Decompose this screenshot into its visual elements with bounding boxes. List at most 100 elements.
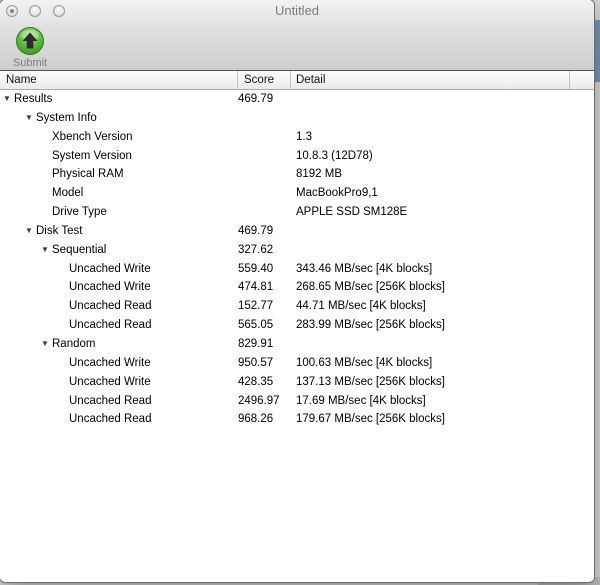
row-detail: 283.99 MB/sec [256K blocks] xyxy=(296,319,445,332)
disclosure-triangle-icon[interactable]: ▼ xyxy=(3,90,14,109)
row-name-cell: Uncached Write xyxy=(0,373,234,392)
row-score: 559.40 xyxy=(238,262,274,275)
table-row[interactable]: Drive Type APPLE SSD SM128E xyxy=(0,203,594,222)
table-row[interactable]: Model MacBookPro9,1 xyxy=(0,184,594,203)
table-row[interactable]: ▼ Results 469.79 xyxy=(0,90,594,109)
row-detail: 44.71 MB/sec [4K blocks] xyxy=(296,300,426,313)
disclosure-triangle-icon[interactable]: ▼ xyxy=(41,241,52,260)
row-score: 152.77 xyxy=(238,300,274,313)
row-detail: MacBookPro9,1 xyxy=(296,187,378,200)
table-row[interactable]: Uncached Write 474.81 268.65 MB/sec [256K … xyxy=(0,278,594,297)
table-row[interactable]: Uncached Read 2496.97 17.69 MB/sec [4K blo… xyxy=(0,392,594,411)
submit-button[interactable]: Submit xyxy=(9,26,51,69)
row-name: Uncached Read xyxy=(69,413,152,426)
row-score: 968.26 xyxy=(238,413,274,426)
window-title: Untitled xyxy=(274,3,320,18)
xbench-window: Untitled Submit Name Score Detail ▼ Resu… xyxy=(0,0,594,582)
row-name: Physical RAM xyxy=(52,168,124,181)
column-header-name[interactable]: Name xyxy=(6,71,37,89)
disclosure-triangle-icon[interactable]: ▼ xyxy=(25,222,36,241)
table-row[interactable]: ▼ System Info xyxy=(0,109,594,128)
row-name: Uncached Write xyxy=(69,356,151,369)
submit-button-label: Submit xyxy=(12,57,48,69)
row-detail: 343.46 MB/sec [4K blocks] xyxy=(296,262,433,275)
row-name-cell: ▼ Random xyxy=(0,335,234,354)
table-row[interactable]: Uncached Read 565.05 283.99 MB/sec [256K b… xyxy=(0,316,594,335)
submit-upload-icon xyxy=(16,27,44,55)
table-header: Name Score Detail xyxy=(0,71,594,90)
background-window-blue-sliver xyxy=(594,20,600,82)
table-row[interactable]: Xbench Version 1.3 xyxy=(0,128,594,147)
row-detail: 100.63 MB/sec [4K blocks] xyxy=(296,356,433,369)
disclosure-triangle-icon[interactable]: ▼ xyxy=(25,109,36,128)
row-score: 327.62 xyxy=(238,243,274,256)
row-detail: 268.65 MB/sec [256K blocks] xyxy=(296,281,445,294)
row-name-cell: ▼ Disk Test xyxy=(0,222,234,241)
row-name-cell: Uncached Read xyxy=(0,297,234,316)
row-name: Model xyxy=(52,187,84,200)
toolbar: Submit xyxy=(0,22,594,71)
row-name-cell: ▼ Sequential xyxy=(0,241,234,260)
row-name: Uncached Read xyxy=(69,300,152,313)
column-header-score[interactable]: Score xyxy=(244,71,274,89)
table-row[interactable]: Uncached Write 559.40 343.46 MB/sec [4K bl… xyxy=(0,260,594,279)
row-name: Uncached Read xyxy=(69,319,152,332)
row-score: 428.35 xyxy=(238,375,274,388)
table-row[interactable]: Uncached Read 968.26 179.67 MB/sec [256K b… xyxy=(0,410,594,429)
row-name-cell: ▼ Results xyxy=(0,90,234,109)
row-detail: 1.3 xyxy=(296,130,312,143)
column-separator[interactable] xyxy=(569,71,570,89)
column-separator[interactable] xyxy=(237,71,238,89)
table-row[interactable]: Physical RAM 8192 MB xyxy=(0,165,594,184)
column-header-detail[interactable]: Detail xyxy=(296,71,325,89)
row-name: Drive Type xyxy=(52,206,107,219)
row-name-cell: Uncached Write xyxy=(0,260,234,279)
table-row[interactable]: ▼ Disk Test 469.79 xyxy=(0,222,594,241)
row-name: Xbench Version xyxy=(52,130,133,143)
row-name-cell: Uncached Write xyxy=(0,278,234,297)
row-detail: 179.67 MB/sec [256K blocks] xyxy=(296,413,445,426)
row-name: Uncached Read xyxy=(69,394,152,407)
table-row[interactable]: Uncached Write 950.57 100.63 MB/sec [4K bl… xyxy=(0,354,594,373)
disclosure-triangle-icon[interactable]: ▼ xyxy=(41,335,52,354)
row-score: 565.05 xyxy=(238,319,274,332)
row-name-cell: System Version xyxy=(0,147,234,166)
row-name: Uncached Write xyxy=(69,262,151,275)
row-name-cell: Uncached Read xyxy=(0,316,234,335)
row-detail: 137.13 MB/sec [256K blocks] xyxy=(296,375,445,388)
table-row[interactable]: ▼ Random 829.91 xyxy=(0,335,594,354)
row-score: 950.57 xyxy=(238,356,274,369)
row-score: 469.79 xyxy=(238,93,274,105)
table-row[interactable]: Uncached Read 152.77 44.71 MB/sec [4K bloc… xyxy=(0,297,594,316)
row-name-cell: Uncached Write xyxy=(0,354,234,373)
row-score: 2496.97 xyxy=(238,394,280,407)
row-name-cell: Model xyxy=(0,184,234,203)
row-name: Uncached Write xyxy=(69,281,151,294)
table-row[interactable]: ▼ Sequential 327.62 xyxy=(0,241,594,260)
table-row[interactable]: System Version 10.8.3 (12D78) xyxy=(0,147,594,166)
row-detail: APPLE SSD SM128E xyxy=(296,206,408,219)
row-score: 829.91 xyxy=(238,337,274,350)
table-row[interactable]: Uncached Write 428.35 137.13 MB/sec [256K … xyxy=(0,373,594,392)
row-name-cell: Uncached Read xyxy=(0,410,234,429)
row-name: Sequential xyxy=(52,243,107,256)
background-window-sliver xyxy=(594,0,600,585)
row-name: Disk Test xyxy=(36,224,83,237)
row-name: System Version xyxy=(52,149,132,162)
column-separator[interactable] xyxy=(290,71,291,89)
row-name-cell: Drive Type xyxy=(0,203,234,222)
row-detail: 10.8.3 (12D78) xyxy=(296,149,373,162)
row-score: 474.81 xyxy=(238,281,274,294)
row-name-cell: ▼ System Info xyxy=(0,109,234,128)
row-name: Uncached Write xyxy=(69,375,151,388)
row-name-cell: Xbench Version xyxy=(0,128,234,147)
table-body: ▼ Results 469.79 ▼ System Info Xbench Version… xyxy=(0,90,594,581)
row-name-cell: Uncached Read xyxy=(0,392,234,411)
row-name: Random xyxy=(52,337,96,350)
row-score: 469.79 xyxy=(238,224,274,237)
row-name: Results xyxy=(14,93,53,105)
row-name-cell: Physical RAM xyxy=(0,165,234,184)
row-detail: 17.69 MB/sec [4K blocks] xyxy=(296,394,426,407)
titlebar[interactable]: Untitled xyxy=(0,0,594,22)
row-detail: 8192 MB xyxy=(296,168,343,181)
